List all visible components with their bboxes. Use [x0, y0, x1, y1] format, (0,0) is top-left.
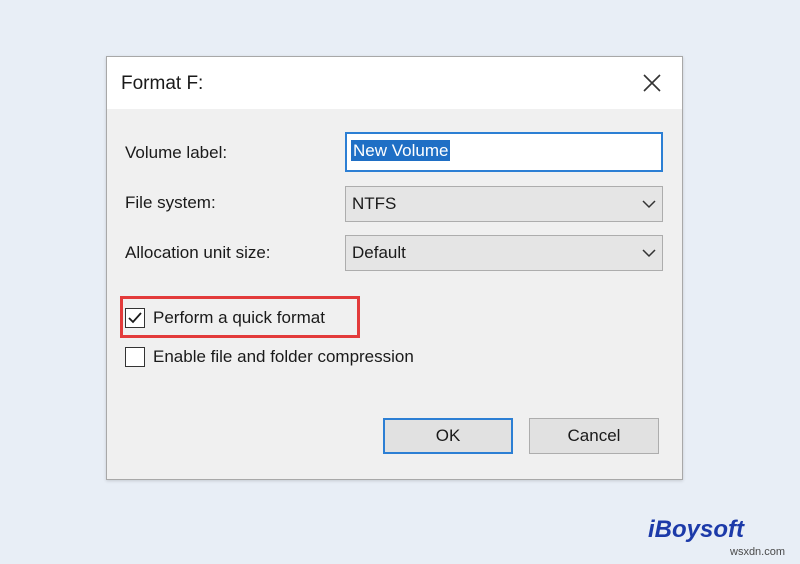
- volume-label-input[interactable]: New Volume: [345, 132, 663, 172]
- allocation-unit-select[interactable]: Default: [345, 235, 663, 271]
- quick-format-checkbox[interactable]: [125, 308, 145, 328]
- format-dialog: Format F: Volume label: New Volume File …: [106, 56, 683, 480]
- quick-format-label: Perform a quick format: [153, 308, 325, 327]
- volume-label-label: Volume label:: [125, 143, 228, 162]
- compression-checkbox[interactable]: [125, 347, 145, 367]
- allocation-unit-label: Allocation unit size:: [125, 243, 271, 262]
- chevron-down-icon: [642, 248, 656, 258]
- file-system-value: NTFS: [352, 194, 397, 213]
- dialog-title: Format F:: [121, 73, 204, 94]
- watermark: wsxdn.com: [730, 546, 786, 558]
- compression-option[interactable]: Enable file and folder compression: [125, 347, 414, 367]
- chevron-down-icon: [642, 199, 656, 209]
- title-bar: Format F:: [107, 57, 682, 109]
- file-system-select[interactable]: NTFS: [345, 186, 663, 222]
- close-icon: [643, 74, 661, 92]
- quick-format-option[interactable]: Perform a quick format: [125, 308, 325, 328]
- brand-logo: iBoysoft: [648, 516, 744, 543]
- ok-button[interactable]: OK: [383, 418, 513, 454]
- compression-label: Enable file and folder compression: [153, 347, 414, 366]
- cancel-button[interactable]: Cancel: [529, 418, 659, 454]
- file-system-label: File system:: [125, 193, 216, 212]
- volume-label-value: New Volume: [351, 140, 451, 161]
- close-button[interactable]: [634, 67, 670, 99]
- allocation-unit-value: Default: [352, 243, 406, 262]
- check-icon: [128, 312, 142, 324]
